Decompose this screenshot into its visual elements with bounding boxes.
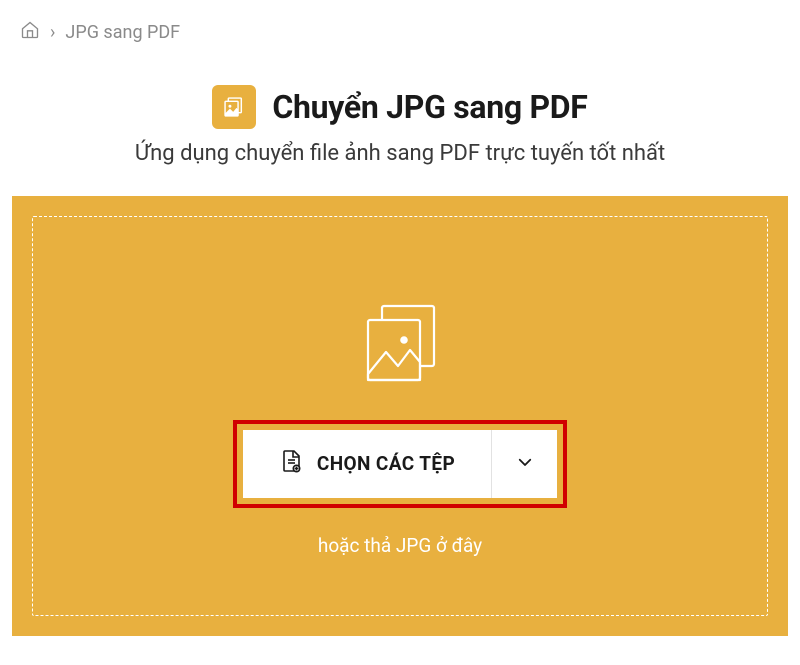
breadcrumb-current: JPG sang PDF: [65, 22, 180, 43]
image-stack-icon: [352, 296, 448, 392]
app-logo-icon: [212, 85, 256, 129]
page-header: Chuyển JPG sang PDF Ứng dụng chuyển file…: [0, 55, 800, 196]
breadcrumb: › JPG sang PDF: [0, 0, 800, 55]
page-title: Chuyển JPG sang PDF: [272, 88, 587, 126]
dropzone-inner[interactable]: CHỌN CÁC TỆP hoặc thả JPG ở đây: [32, 216, 768, 616]
choose-files-dropdown[interactable]: [491, 430, 557, 498]
choose-files-label: CHỌN CÁC TỆP: [317, 452, 455, 475]
dropzone-hint: hoặc thả JPG ở đây: [318, 534, 482, 557]
dropzone[interactable]: CHỌN CÁC TỆP hoặc thả JPG ở đây: [12, 196, 788, 636]
home-icon[interactable]: [20, 20, 40, 45]
highlight-annotation: CHỌN CÁC TỆP: [233, 420, 567, 508]
choose-files-button-group: CHỌN CÁC TỆP: [243, 430, 557, 498]
page-subtitle: Ứng dụng chuyển file ảnh sang PDF trực t…: [20, 141, 780, 166]
choose-files-button[interactable]: CHỌN CÁC TỆP: [243, 430, 491, 498]
chevron-down-icon: [516, 453, 534, 475]
document-add-icon: [279, 449, 303, 478]
breadcrumb-separator: ›: [50, 22, 55, 43]
